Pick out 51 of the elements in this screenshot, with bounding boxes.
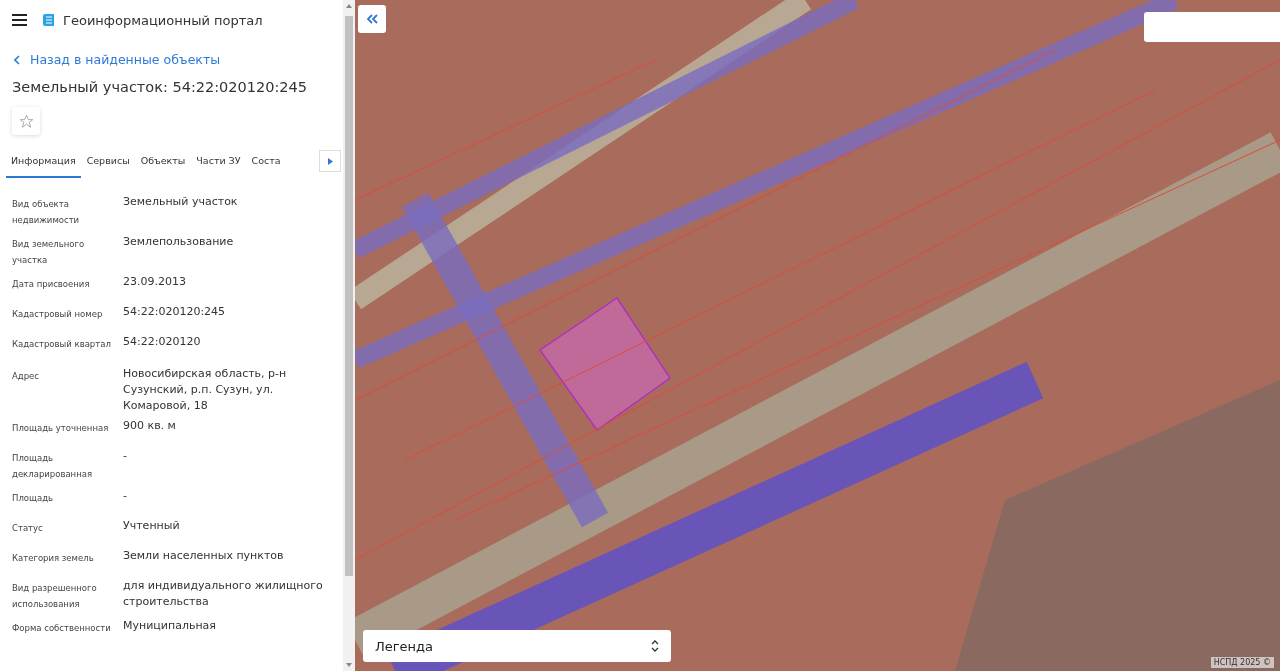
field-label: Статус [12, 522, 44, 535]
menu-icon[interactable] [12, 14, 27, 26]
back-link[interactable]: Назад в найденные объекты [0, 40, 343, 67]
field-value: Новосибирская область, р-н Сузунский, р.п. Сузун, ул. Комаровой, 18 [123, 366, 288, 414]
logo-icon [43, 13, 55, 27]
portal-title: Геоинформационный портал [63, 12, 263, 28]
field-label: Форма собственности [12, 622, 112, 635]
field-value: 23.09.2013 [123, 274, 187, 290]
tab[interactable]: Информация [6, 147, 81, 178]
search-field[interactable] [1144, 12, 1280, 42]
tab[interactable]: Части ЗУ [191, 147, 246, 178]
scrollbar-thumb[interactable] [345, 16, 353, 576]
field-label: Вид земельного участка [12, 238, 86, 267]
field-label: Категория земель [12, 552, 95, 565]
map-attribution: НСПД 2025 © [1210, 657, 1274, 668]
field-label: Вид разрешенного использования [12, 582, 98, 611]
field-value: Земельный участок [123, 194, 239, 210]
field-value: Землепользование [123, 234, 235, 250]
legend-dropdown[interactable]: Легенда [363, 630, 671, 662]
object-title: Земельный участок: 54:22:020120:245 [11, 78, 308, 95]
field-value: 900 кв. м [123, 418, 177, 434]
field-value: Земли населенных пунктов [123, 548, 285, 564]
collapse-panel-button[interactable] [358, 5, 386, 33]
field-label: Площадь уточненная [12, 422, 110, 435]
field-value: Муниципальная [123, 618, 217, 634]
field-value: 54:22:020120:245 [123, 304, 227, 320]
field-value: для индивидуального жилищного строительства [123, 578, 324, 610]
scroll-tabs-button[interactable] [319, 150, 341, 172]
favorite-button[interactable] [12, 107, 40, 135]
field-value: - [123, 488, 128, 504]
tab[interactable]: Соста [246, 147, 286, 178]
double-chevron-left-icon [366, 14, 378, 24]
field-label: Вид объекта недвижимости [12, 198, 81, 227]
triangle-right-icon [327, 157, 333, 165]
field-label: Кадастровый квартал [12, 338, 112, 351]
field-label: Площадь декларированная [12, 452, 94, 481]
scroll-down-icon[interactable] [346, 663, 352, 667]
up-down-chevron-icon [651, 640, 659, 652]
tab[interactable]: Объекты [135, 147, 191, 178]
field-value: 54:22:020120 [123, 334, 202, 350]
scroll-up-icon[interactable] [346, 4, 352, 8]
field-value: - [123, 448, 128, 464]
field-value: Учтенный [123, 518, 181, 534]
field-label: Кадастровый номер [12, 308, 104, 321]
satellite-map-drawing[interactable] [355, 0, 1280, 671]
field-label: Адрес [12, 370, 40, 383]
field-label: Площадь [12, 492, 55, 505]
chevron-left-icon [14, 54, 20, 65]
field-label: Дата присвоения [12, 278, 91, 291]
star-icon [18, 113, 34, 129]
tab[interactable]: Сервисы [81, 147, 135, 178]
